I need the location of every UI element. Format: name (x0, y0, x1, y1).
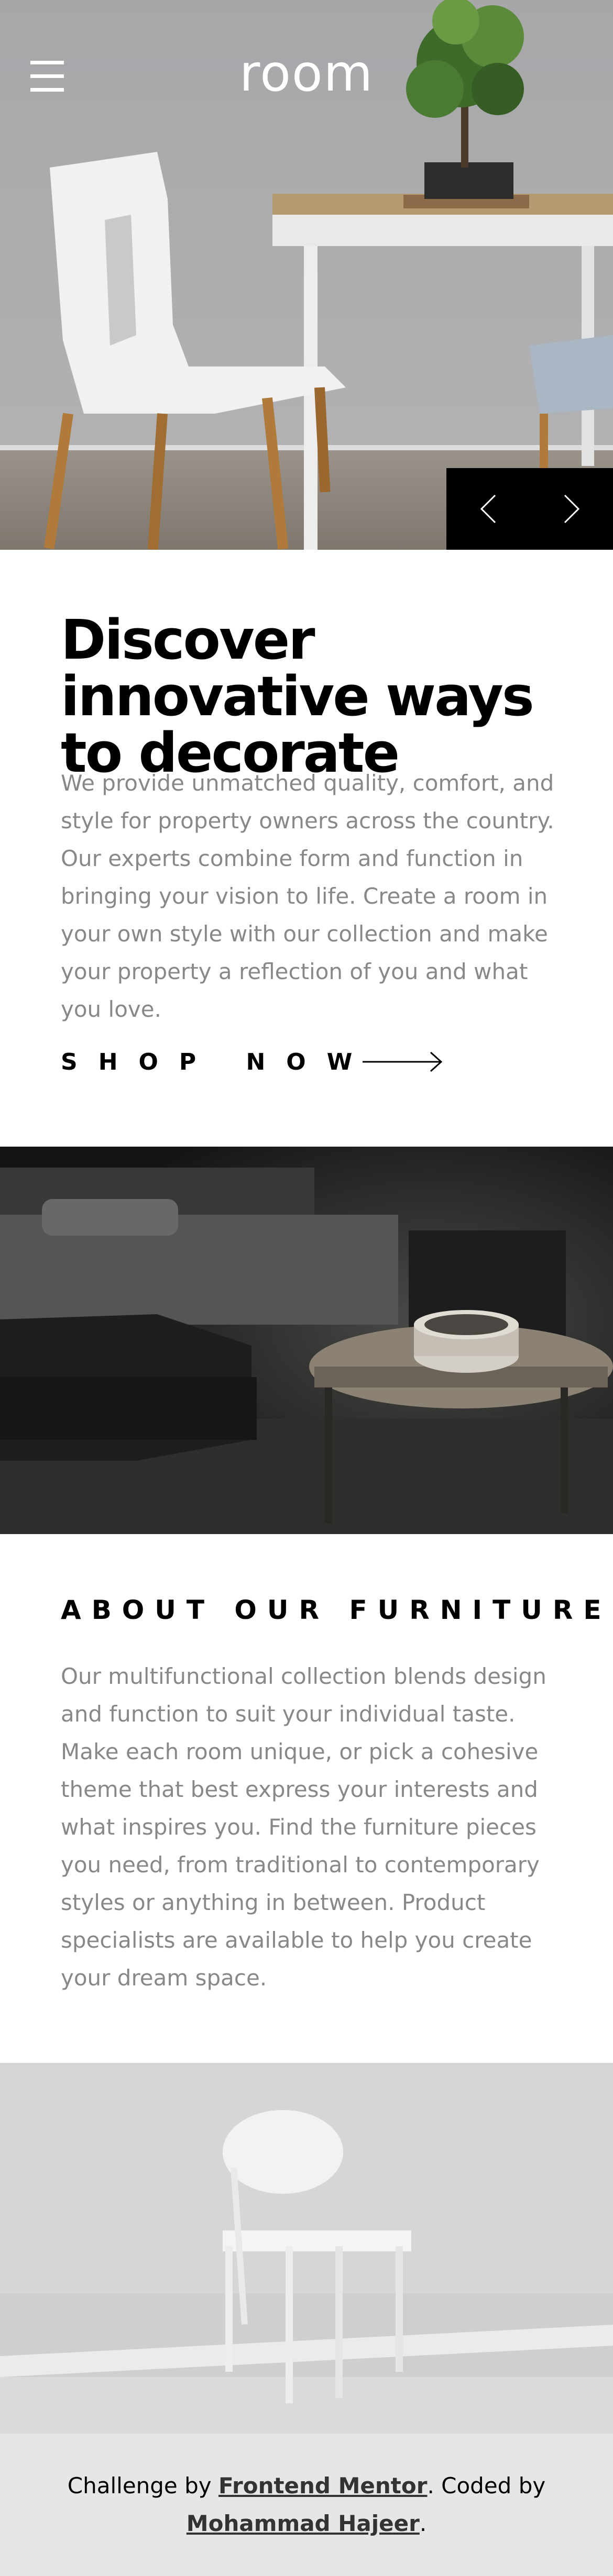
page-title: Discover innovative ways to decorate (61, 608, 534, 785)
slider-controls (446, 468, 613, 550)
footer: Challenge by Frontend Mentor. Coded by M… (0, 2434, 613, 2576)
shop-now-label: SHOP NOW (61, 1048, 374, 1075)
white-chair-illustration (0, 2063, 613, 2434)
attribution-prefix: Challenge by (67, 2473, 218, 2499)
chevron-left-icon (480, 494, 496, 524)
attribution-suffix: . (419, 2511, 427, 2536)
chevron-right-icon (564, 494, 579, 524)
frontend-mentor-link[interactable]: Frontend Mentor (218, 2473, 427, 2499)
about-section: ABOUT OUR FURNITURE Our multifunctional … (0, 1534, 613, 2063)
attribution-middle: . Coded by (427, 2473, 546, 2499)
intro-text: We provide unmatched quality, comfort, a… (61, 770, 554, 1022)
author-link[interactable]: Mohammad Hajeer (187, 2511, 420, 2536)
slider-next-button[interactable] (530, 468, 613, 550)
intro-section: Discover innovative ways to decorate We … (0, 550, 613, 1147)
logo[interactable]: room (0, 42, 613, 105)
slider-prev-button[interactable] (446, 468, 530, 550)
about-text: Our multifunctional collection blends de… (61, 1663, 546, 1991)
hero-section: room (0, 0, 613, 550)
light-chair-image (0, 2063, 613, 2434)
dark-furniture-image (0, 1147, 613, 1534)
attribution: Challenge by Frontend Mentor. Coded by M… (45, 2467, 568, 2542)
dark-room-illustration (0, 1147, 613, 1534)
about-title: ABOUT OUR FURNITURE (61, 1595, 612, 1625)
shop-now-link[interactable]: SHOP NOW (61, 1046, 448, 1078)
arrow-right-icon (363, 1051, 443, 1072)
